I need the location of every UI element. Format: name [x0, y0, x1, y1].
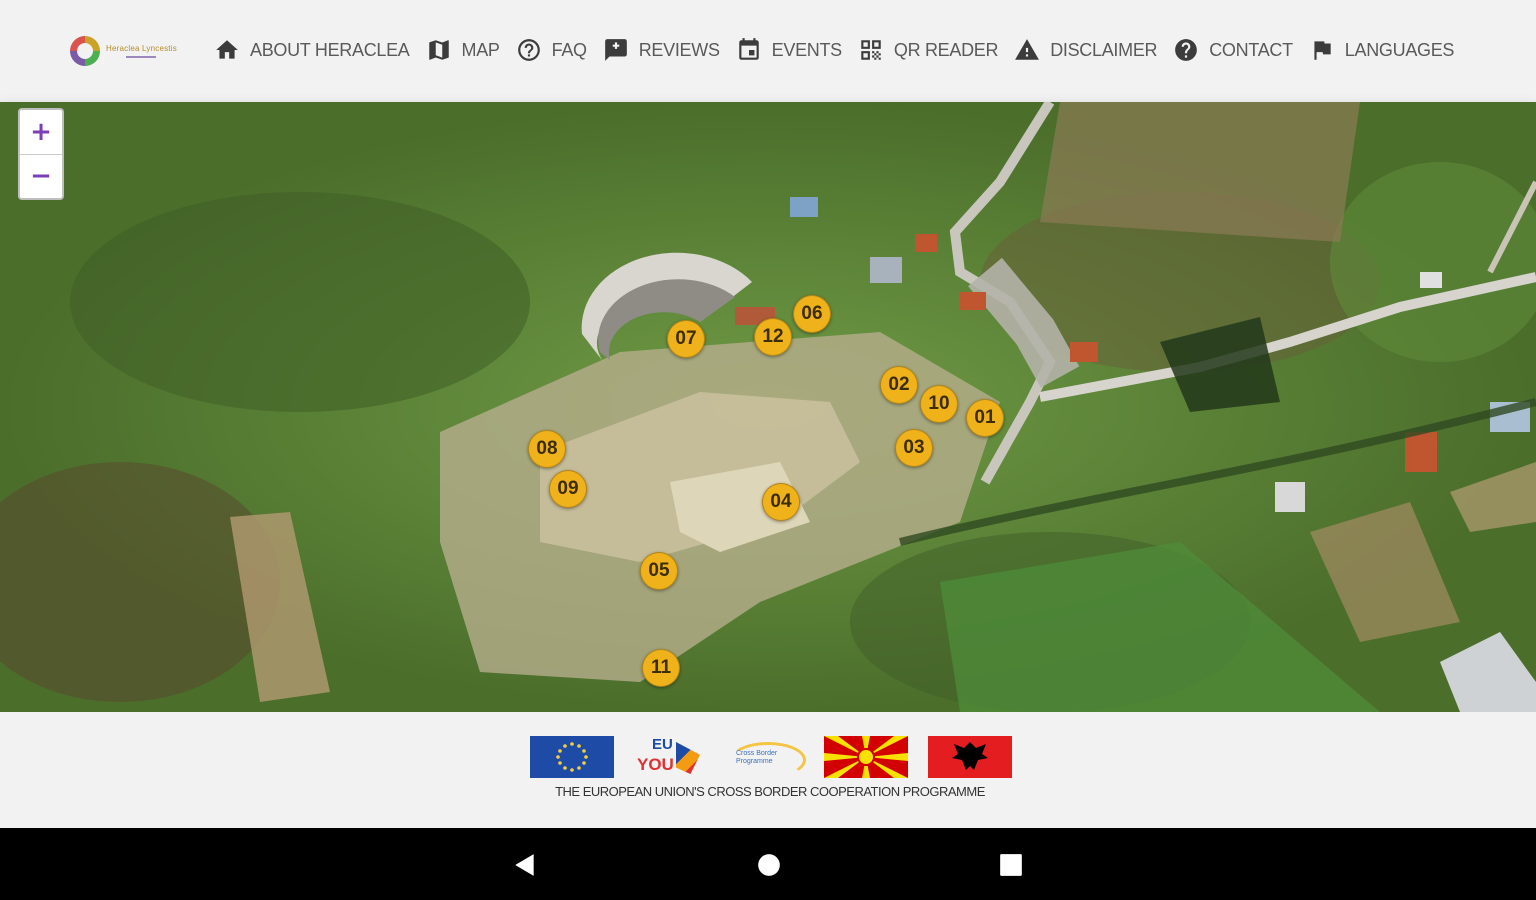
- satellite-imagery: [0, 102, 1536, 712]
- calendar-icon: [738, 38, 759, 60]
- eu-stars-icon: [556, 742, 588, 772]
- nav-events[interactable]: EVENTS: [728, 30, 850, 70]
- home-circle-icon: [758, 854, 780, 876]
- nav-contact-label: CONTACT: [1209, 39, 1293, 60]
- home-icon: [216, 40, 238, 59]
- android-navigation-bar: [0, 828, 1536, 900]
- nav-about-heraclea[interactable]: ABOUT HERACLEA: [206, 30, 418, 70]
- back-button[interactable]: [512, 852, 538, 878]
- nav-qr-reader[interactable]: QR READER: [850, 30, 1006, 70]
- ipa-cross-border-logo: Cross Border Programme: [724, 736, 806, 778]
- nav-languages[interactable]: LANGUAGES: [1301, 30, 1462, 70]
- site-marker-01[interactable]: 01: [966, 399, 1004, 437]
- partner-logos: EU YOU Cross Border Programme: [530, 736, 1012, 778]
- map-icon: [428, 40, 449, 60]
- nav-reviews-label: REVIEWS: [638, 39, 720, 60]
- satellite-map[interactable]: 01 02 03 04 05 06 07 08 09 10 11 12: [0, 102, 1536, 712]
- nav-events-label: EVENTS: [771, 39, 843, 60]
- north-macedonia-flag: [824, 736, 908, 778]
- nav-faq[interactable]: FAQ: [508, 30, 595, 70]
- site-marker-07[interactable]: 07: [667, 320, 705, 358]
- nav-faq-label: FAQ: [551, 39, 587, 60]
- nav-qr-reader-label: QR READER: [893, 39, 999, 60]
- recents-icon: [1000, 854, 1022, 876]
- site-marker-02[interactable]: 02: [880, 366, 918, 404]
- eu-flag: [530, 736, 614, 778]
- warning-icon: [1015, 39, 1040, 60]
- zoom-out-button[interactable]: −: [20, 153, 62, 199]
- nav-map-label: MAP: [461, 39, 500, 60]
- nav-about-heraclea-label: ABOUT HERACLEA: [250, 39, 410, 60]
- zoom-in-button[interactable]: +: [20, 110, 62, 154]
- help-badge-icon: [1175, 39, 1198, 61]
- site-marker-09[interactable]: 09: [549, 470, 587, 508]
- site-marker-03[interactable]: 03: [895, 429, 933, 467]
- sun-rays-icon: [824, 736, 908, 778]
- zoom-control: + −: [18, 108, 64, 200]
- back-icon: [515, 854, 534, 876]
- albania-flag: [928, 736, 1012, 778]
- site-marker-06[interactable]: 06: [793, 295, 831, 333]
- site-marker-08[interactable]: 08: [528, 430, 566, 468]
- recents-button[interactable]: [998, 852, 1024, 878]
- nav-languages-label: LANGUAGES: [1344, 39, 1455, 60]
- eu-for-you-line2: YOU: [637, 755, 674, 774]
- nav-disclaimer-label: DISCLAIMER: [1050, 39, 1158, 60]
- site-marker-04[interactable]: 04: [762, 483, 800, 521]
- main-menu: ABOUT HERACLEA MAP FAQ REVIEWS EVENTS QR…: [206, 30, 1462, 70]
- nav-map[interactable]: MAP: [418, 30, 508, 70]
- flag-icon: [1314, 41, 1331, 60]
- help-circle-icon: [517, 39, 540, 61]
- nav-disclaimer[interactable]: DISCLAIMER: [1006, 30, 1165, 70]
- sponsor-footer: EU YOU Cross Border Programme THE EUROPE…: [0, 712, 1536, 828]
- eu-for-you-logo: EU YOU: [634, 736, 704, 778]
- nav-reviews[interactable]: REVIEWS: [595, 30, 728, 70]
- site-marker-10[interactable]: 10: [920, 385, 958, 423]
- heraclea-logo[interactable]: Heraclea Lyncestis: [70, 33, 195, 69]
- qr-code-icon: [861, 40, 881, 60]
- double-headed-eagle-icon: [952, 742, 988, 770]
- nav-contact[interactable]: CONTACT: [1165, 30, 1301, 70]
- site-marker-05[interactable]: 05: [640, 552, 678, 590]
- heraclea-logo-mark: [70, 36, 100, 66]
- footer-caption: THE EUROPEAN UNION'S CROSS BORDER COOPER…: [555, 784, 985, 799]
- logo-text: Heraclea Lyncestis: [106, 44, 177, 53]
- home-button[interactable]: [756, 852, 782, 878]
- site-marker-12[interactable]: 12: [754, 318, 792, 356]
- eu-for-you-line1: EU: [652, 736, 673, 753]
- top-navigation-bar: Heraclea Lyncestis ABOUT HERACLEA MAP FA…: [0, 0, 1536, 102]
- rate-review-icon: [604, 39, 627, 61]
- site-marker-11[interactable]: 11: [642, 649, 680, 687]
- ipa-text: Cross Border Programme: [736, 750, 778, 765]
